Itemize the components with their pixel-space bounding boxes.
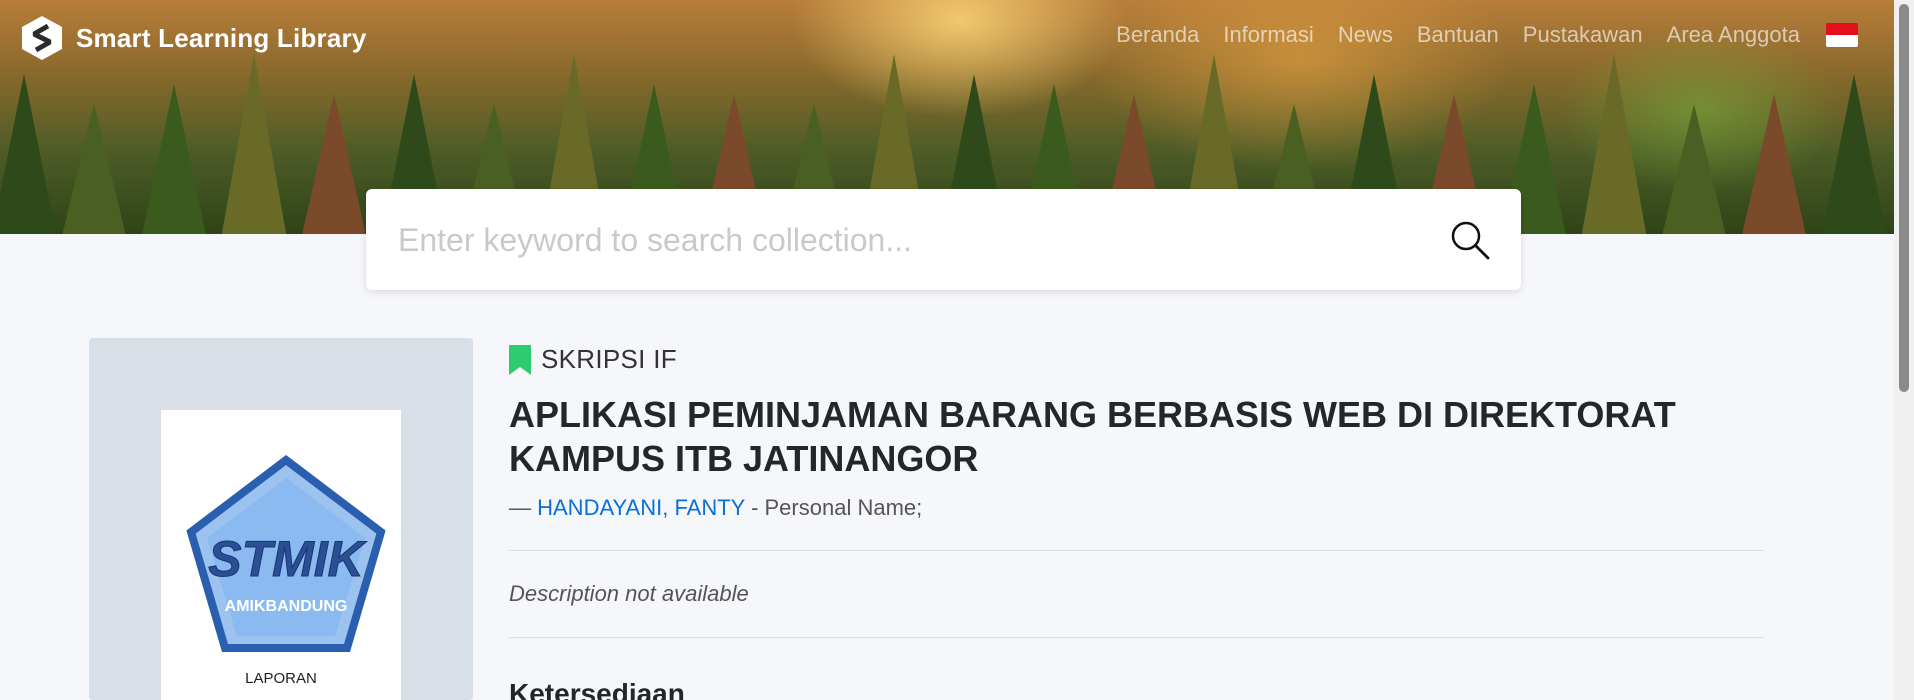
record-description: Description not available	[509, 581, 749, 606]
cover-logo-subtext: AMIKBANDUNG	[225, 598, 348, 615]
library-s-logo-icon	[22, 16, 62, 60]
author-line: — HANDAYANI, FANTY - Personal Name;	[509, 495, 1764, 521]
availability-heading: Ketersediaan	[509, 678, 685, 700]
book-cover-image[interactable]: STMIK AMIKBANDUNG LAPORAN	[161, 410, 401, 700]
top-navbar: Smart Learning Library Beranda Informasi…	[0, 0, 1894, 78]
collection-type-label: SKRIPSI IF	[541, 344, 677, 374]
divider	[509, 550, 1764, 551]
nav-link-beranda[interactable]: Beranda	[1116, 22, 1199, 48]
nav-link-area-anggota[interactable]: Area Anggota	[1667, 22, 1800, 48]
stmik-logo-icon: STMIK AMIKBANDUNG	[186, 454, 386, 652]
bookmark-icon	[509, 344, 531, 375]
collection-type: SKRIPSI IF	[509, 344, 1764, 375]
main-menu: Beranda Informasi News Bantuan Pustakawa…	[1116, 22, 1858, 48]
page-scrollbar[interactable]	[1894, 0, 1914, 700]
cover-caption: LAPORAN	[245, 670, 317, 687]
record-title: APLIKASI PEMINJAMAN BARANG BERBASIS WEB …	[509, 394, 1676, 479]
nav-link-bantuan[interactable]: Bantuan	[1417, 22, 1499, 48]
nav-link-informasi[interactable]: Informasi	[1223, 22, 1313, 48]
brand-name: Smart Learning Library	[76, 22, 367, 53]
search-input[interactable]	[398, 215, 1398, 265]
divider	[509, 637, 1764, 638]
search-icon[interactable]	[1449, 219, 1491, 261]
scrollbar-thumb[interactable]	[1899, 4, 1909, 392]
nav-link-pustakawan[interactable]: Pustakawan	[1523, 22, 1643, 48]
search-box	[366, 189, 1521, 290]
author-prefix: —	[509, 495, 531, 520]
cover-logo-text: STMIK	[208, 531, 367, 587]
brand-link[interactable]: Smart Learning Library	[20, 14, 366, 62]
author-type: - Personal Name;	[744, 495, 923, 520]
nav-link-news[interactable]: News	[1338, 22, 1393, 48]
indonesia-flag-icon[interactable]	[1826, 23, 1858, 47]
author-link[interactable]: HANDAYANI, FANTY	[537, 495, 745, 520]
record-detail: SKRIPSI IF APLIKASI PEMINJAMAN BARANG BE…	[509, 344, 1764, 700]
forest-decoration	[0, 74, 58, 234]
